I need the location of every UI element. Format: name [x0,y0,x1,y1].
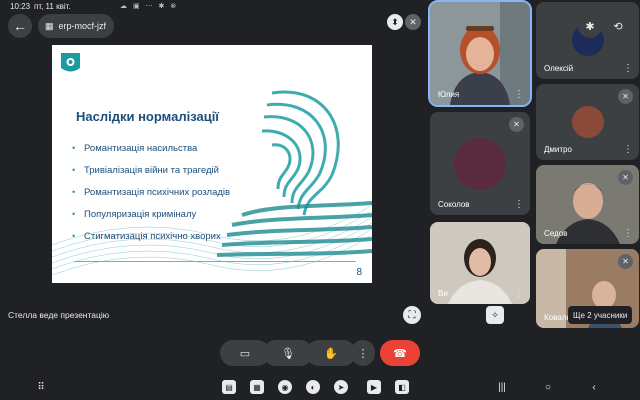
avatar [572,106,604,138]
more-vert-icon[interactable]: ⋮ [512,286,526,300]
notes-app-icon[interactable]: ▤ [222,380,236,394]
slide-bullet: • Романтизація психічних розладів [72,187,231,198]
videocam-icon: ▭ [239,347,251,360]
slide-footer-divider [74,261,356,262]
mic-icon: 🎙 [281,347,295,360]
more-vert-icon[interactable]: ⋮ [621,226,635,240]
slide-number: 8 [356,267,362,278]
presenter-mic-off-badge: ✕ [405,14,421,30]
effects-button[interactable]: ✧ [486,306,504,324]
participant-tile-self[interactable]: Ви ⋮ [430,222,530,304]
presenter-caption: Стелла веде презентацію [8,310,110,320]
avatar [454,138,506,190]
participant-tile-sokolov[interactable]: ✕ Соколов ⋮ [430,112,530,215]
more-vert-icon[interactable]: ⋮ [512,87,526,101]
more-vert-icon[interactable]: ⋮ [621,142,635,156]
head-silhouette-illustration [216,90,372,257]
end-call-button[interactable]: ☎ [380,340,420,366]
mic-off-icon: ✕ [618,89,633,104]
recents-icon[interactable]: ||| [495,380,509,394]
more-participants-button[interactable]: Ще 2 учасники [568,306,633,324]
presentation-slide: Наслідки нормалізації • Романтизація наси… [52,45,372,283]
mic-off-icon: ✕ [618,254,633,269]
slide-bullet-list: • Романтизація насильства • Тривіалізація … [72,143,230,253]
more-vert-icon: ⋮ [357,347,369,360]
slide-title: Наслідки нормалізації [76,109,219,124]
meeting-code: erp-mocf-jzf [58,21,107,31]
meet-app-icon[interactable]: ▶ [367,380,381,394]
more-options-button[interactable]: ⋮ [351,340,375,366]
pin-icon: ⬍ [391,16,399,27]
participant-name: Дмитро [544,145,572,154]
call-end-icon: ☎ [393,347,407,360]
participant-name: Юлия [438,90,460,99]
calendar-icon: ▦ [45,20,54,31]
back-button[interactable]: ← [8,14,32,38]
pin-button[interactable]: ⬍ [387,14,403,30]
calendar-app-icon[interactable]: ▦ [250,380,264,394]
fullscreen-button[interactable]: ⛶ [403,306,421,324]
home-icon[interactable]: ○ [541,380,555,394]
notification-icons: ☁ ▣ ⋯ ✱ ⊗ [120,3,179,10]
bluetooth-icon: ✱ [585,20,595,33]
participant-tile-yulia[interactable]: Юлия ⋮ [428,0,532,107]
slide-bullet: • Романтизація насильства [72,143,198,154]
university-emblem-logo [61,53,80,72]
participant-name: Седов [544,229,568,238]
participant-name: Ви [438,289,448,298]
chrome-app-icon[interactable]: ◉ [278,380,292,394]
system-navigation-bar: ⠿ ▤ ▦ ◉ ◐ ➤ ▶ ◧ ||| ○ ‹ [0,374,640,400]
mic-off-icon: ✕ [618,170,633,185]
meet-screen: 10:23 пт, 11 квіт. ☁ ▣ ⋯ ✱ ⊗ ✱ ⊘ ▾ ▮ ← ▦… [0,0,640,400]
mic-off-icon: ✕ [509,117,524,132]
browser-app-icon[interactable]: ◐ [306,380,320,394]
raise-hand-button[interactable]: ✋ [306,340,356,366]
hand-icon: ✋ [324,347,338,360]
status-time: 10:23 [10,2,31,11]
sparkle-icon: ✧ [491,309,499,320]
switch-camera-icon: ⟲ [613,20,623,33]
participant-name: Олексій [544,64,574,73]
fullscreen-icon: ⛶ [408,309,416,321]
telegram-app-icon[interactable]: ➤ [334,380,348,394]
slide-bullet: • Тривіалізація війни та трагедій [72,165,219,176]
switch-camera-button[interactable]: ⟲ [606,14,630,38]
participant-tile-sedov[interactable]: ✕ Седов ⋮ [536,165,639,244]
meeting-info-chip[interactable]: ▦ erp-mocf-jzf [38,14,114,38]
bluetooth-audio-button[interactable]: ✱ [578,14,602,38]
arrow-left-icon: ← [13,18,27,34]
slide-bullet: • Популяризація криміналу [72,209,197,220]
app-drawer-icon[interactable]: ⠿ [34,380,48,394]
more-vert-icon[interactable]: ⋮ [621,61,635,75]
participant-name: Соколов [438,200,470,209]
back-nav-icon[interactable]: ‹ [587,380,601,394]
more-vert-icon[interactable]: ⋮ [512,197,526,211]
participant-tile-dmytro[interactable]: ✕ Дмитро ⋮ [536,84,639,160]
mic-off-icon: ✕ [409,16,417,27]
status-date: пт, 11 квіт. [34,2,71,11]
slide-bullet: • Стигматизація психічно хворих [72,231,221,242]
media-app-icon[interactable]: ◧ [395,380,409,394]
participant-name: Коваль [544,313,571,322]
